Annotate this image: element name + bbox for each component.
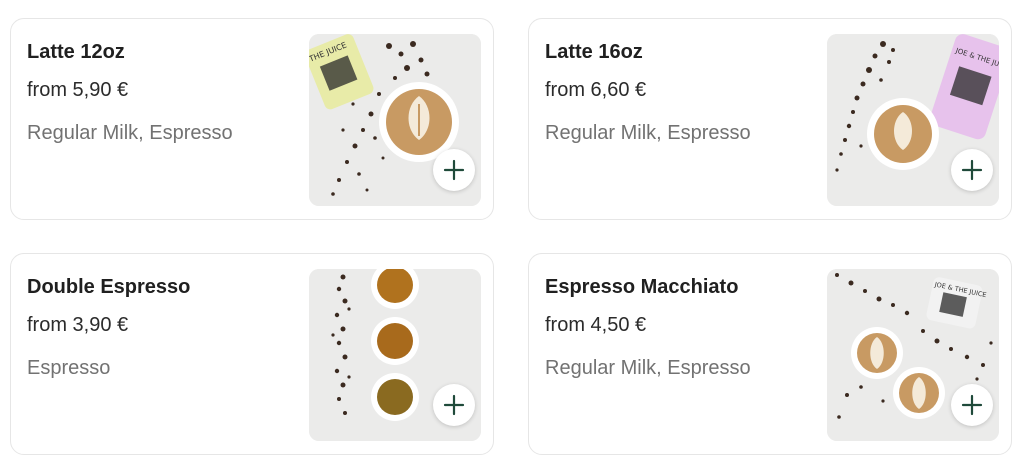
product-image[interactable]: JOE & THE JUICE xyxy=(827,269,999,441)
product-ingredients: Regular Milk, Espresso xyxy=(545,122,751,144)
add-to-cart-button[interactable] xyxy=(433,149,475,191)
product-name: Latte 12oz xyxy=(27,41,125,63)
product-price: from 4,50 € xyxy=(545,314,647,336)
product-card-latte-16oz[interactable]: Latte 16oz from 6,60 € Regular Milk, Esp… xyxy=(528,18,1012,220)
product-card-espresso-macchiato[interactable]: Espresso Macchiato from 4,50 € Regular M… xyxy=(528,253,1012,455)
product-price: from 6,60 € xyxy=(545,79,647,101)
product-ingredients: Regular Milk, Espresso xyxy=(545,357,751,379)
product-card-latte-12oz[interactable]: Latte 12oz from 5,90 € Regular Milk, Esp… xyxy=(10,18,494,220)
product-card-double-espresso[interactable]: Double Espresso from 3,90 € Espresso xyxy=(10,253,494,455)
plus-icon xyxy=(443,394,465,416)
add-to-cart-button[interactable] xyxy=(951,149,993,191)
product-price: from 3,90 € xyxy=(27,314,129,336)
product-name: Latte 16oz xyxy=(545,41,643,63)
add-to-cart-button[interactable] xyxy=(951,384,993,426)
product-grid: Latte 12oz from 5,90 € Regular Milk, Esp… xyxy=(0,0,1024,470)
plus-icon xyxy=(961,394,983,416)
product-name: Double Espresso xyxy=(27,276,191,298)
product-image[interactable]: THE JUICE xyxy=(309,34,481,206)
product-ingredients: Regular Milk, Espresso xyxy=(27,122,233,144)
product-name: Espresso Macchiato xyxy=(545,276,739,298)
product-image[interactable] xyxy=(309,269,481,441)
product-image[interactable]: JOE & THE JUICE xyxy=(827,34,999,206)
plus-icon xyxy=(961,159,983,181)
product-ingredients: Espresso xyxy=(27,357,111,379)
product-price: from 5,90 € xyxy=(27,79,129,101)
add-to-cart-button[interactable] xyxy=(433,384,475,426)
plus-icon xyxy=(443,159,465,181)
